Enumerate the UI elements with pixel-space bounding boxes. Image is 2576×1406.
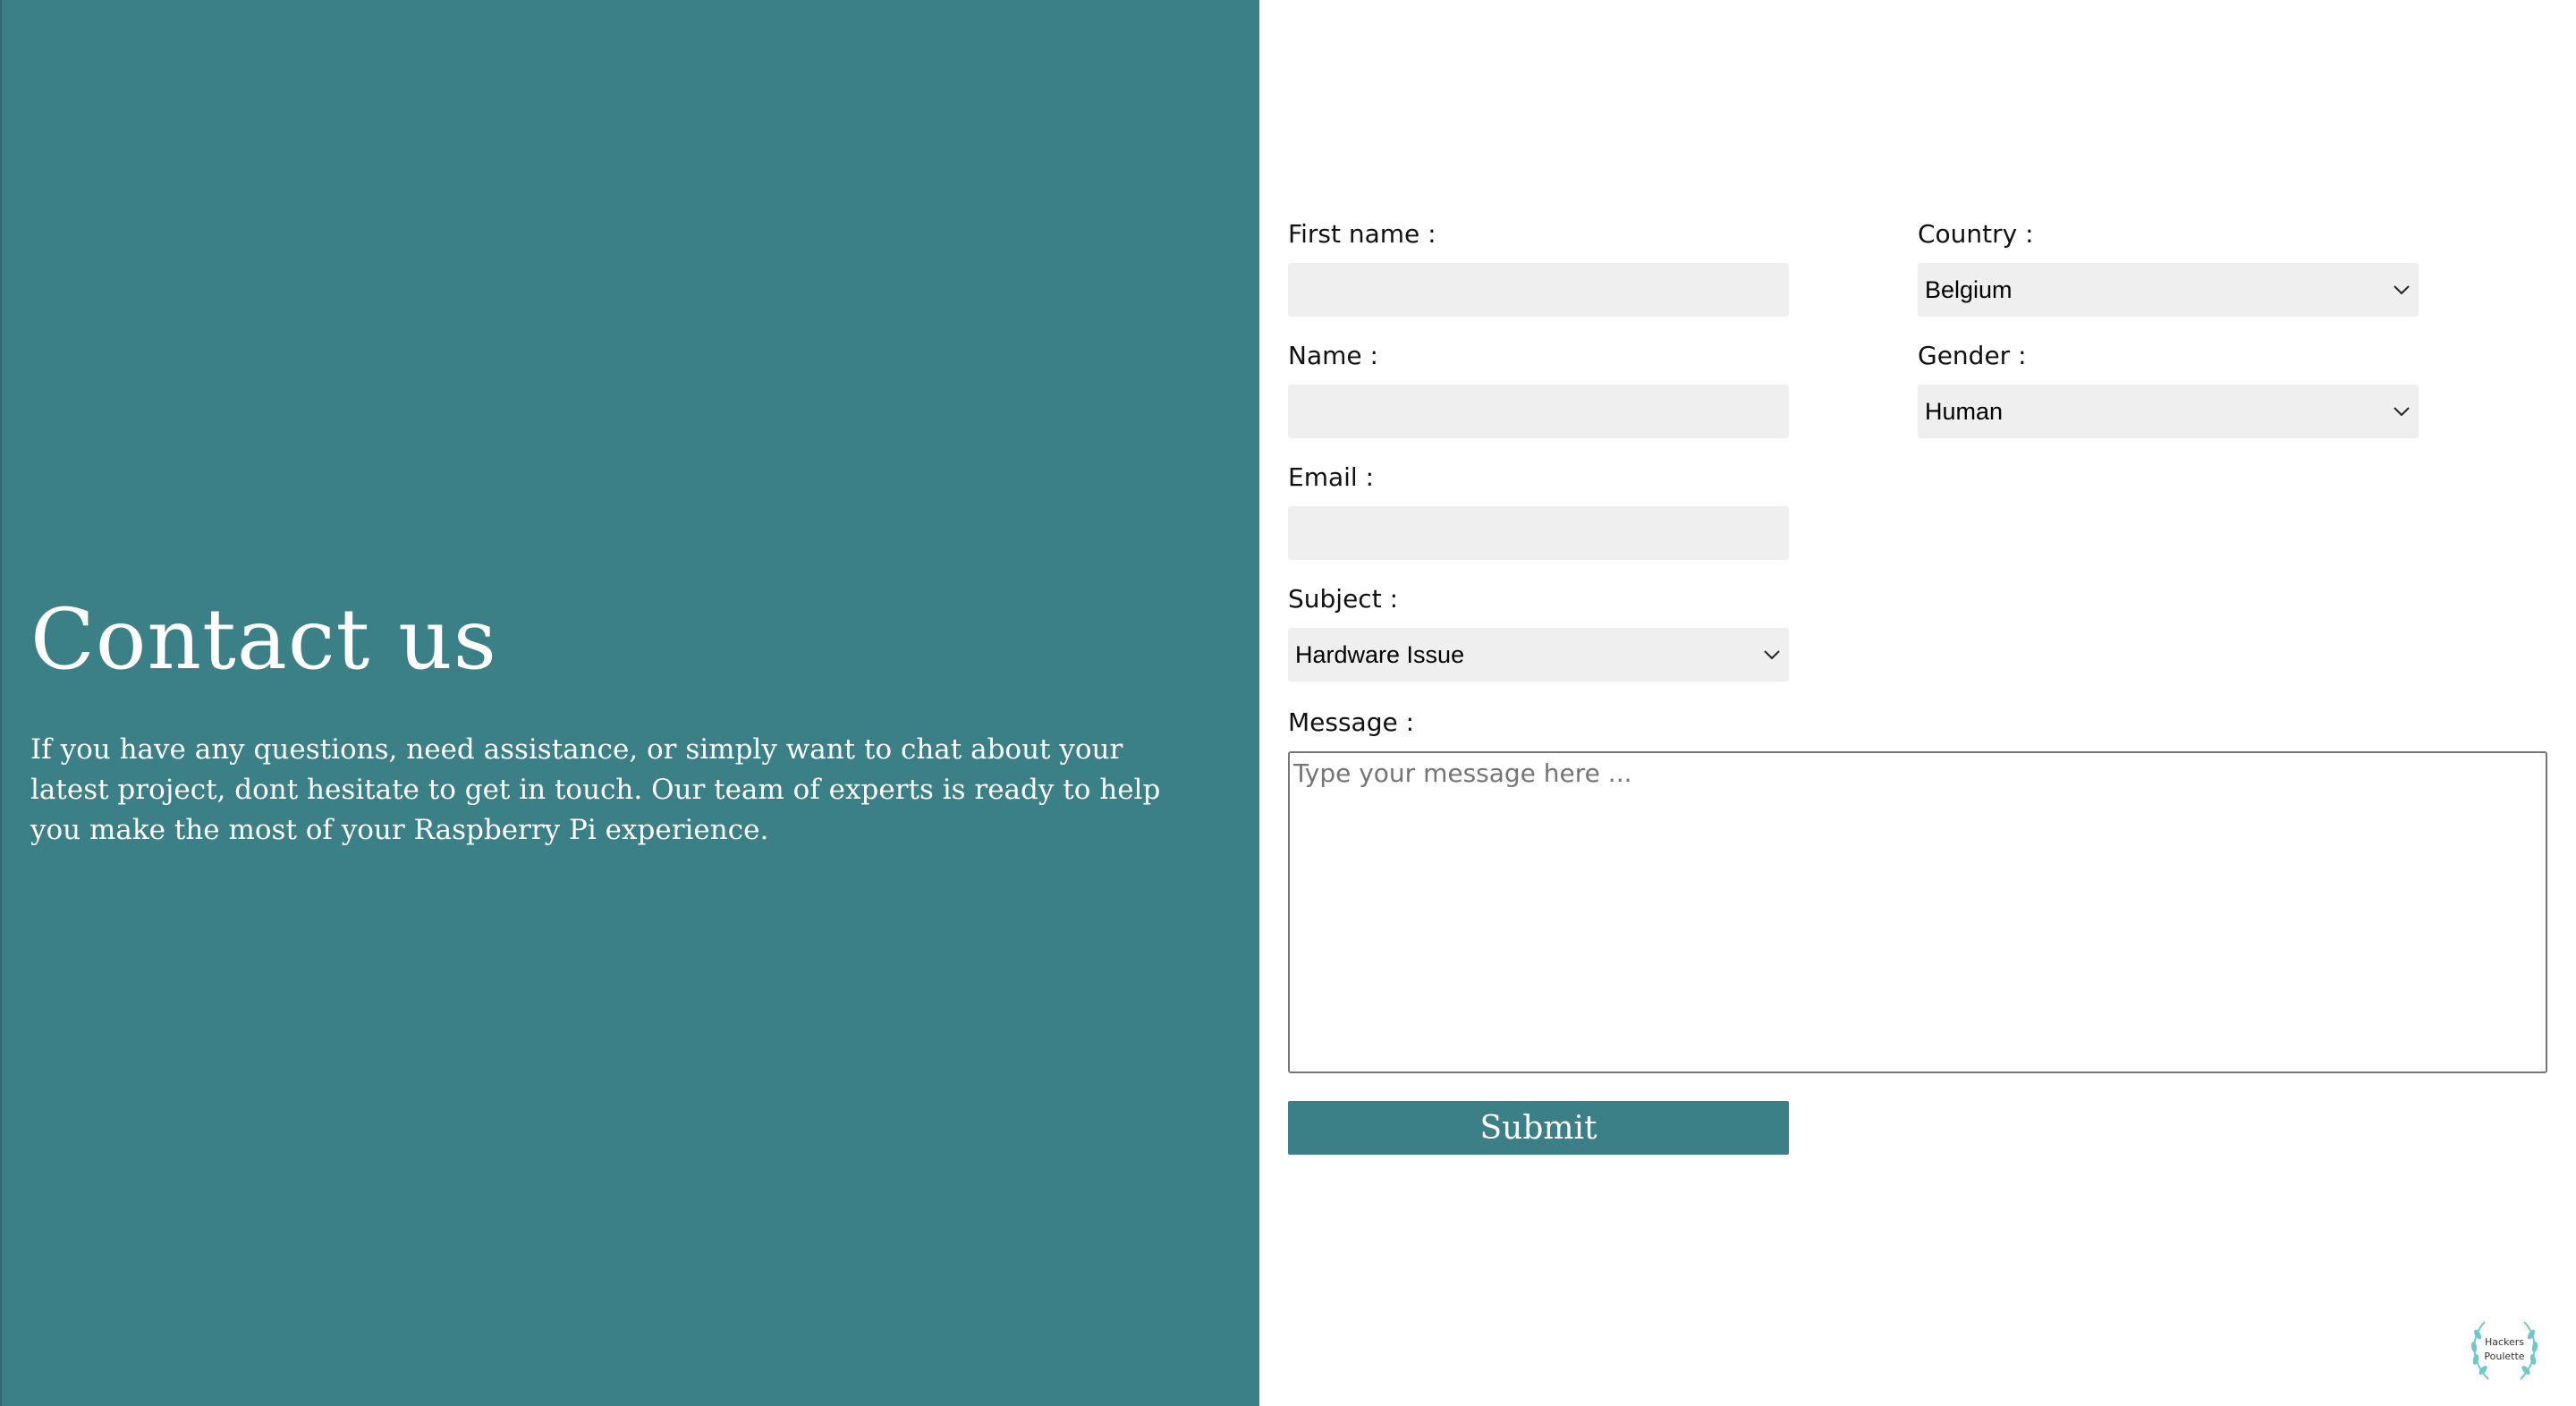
logo-text-line2: Poulette	[2484, 1351, 2524, 1362]
gender-selected-value: Human	[1925, 397, 2004, 425]
logo-text-line1: Hackers	[2485, 1336, 2524, 1348]
gender-select[interactable]: Human	[1918, 385, 2419, 438]
name-input[interactable]	[1288, 385, 1789, 438]
email-label: Email :	[1288, 462, 1375, 492]
chevron-down-icon	[2392, 280, 2411, 300]
message-label: Message :	[1288, 707, 1415, 737]
first-name-label: First name :	[1288, 219, 1436, 249]
name-label: Name :	[1288, 341, 1378, 370]
name-group: Name :	[1288, 340, 1789, 438]
subject-label: Subject :	[1288, 584, 1399, 614]
country-select[interactable]: Belgium	[1918, 263, 2419, 317]
contact-page: Contact us If you have any questions, ne…	[0, 0, 2576, 1406]
hackers-poulette-logo: Hackers Poulette	[2465, 1309, 2544, 1388]
first-name-group: First name :	[1288, 218, 1789, 317]
subject-selected-value: Hardware Issue	[1295, 640, 1465, 668]
hero-panel: Contact us If you have any questions, ne…	[0, 0, 1259, 1406]
country-selected-value: Belgium	[1925, 275, 2012, 303]
email-group: Email :	[1288, 462, 1789, 560]
email-input[interactable]	[1288, 506, 1789, 560]
hero-content: Contact us If you have any questions, ne…	[30, 587, 1211, 851]
subject-group: Subject : Hardware Issue	[1288, 583, 1789, 682]
submit-button[interactable]: Submit	[1288, 1101, 1789, 1155]
message-group: Message :	[1288, 707, 2547, 1073]
hero-description: If you have any questions, need assistan…	[30, 733, 1161, 846]
country-label: Country :	[1918, 219, 2034, 249]
subject-select[interactable]: Hardware Issue	[1288, 628, 1789, 682]
gender-group: Gender : Human	[1918, 340, 2419, 438]
chevron-down-icon	[2392, 402, 2411, 421]
gender-label: Gender :	[1918, 341, 2027, 370]
laurel-wreath-icon: Hackers Poulette	[2470, 1321, 2538, 1380]
contact-form: First name : Country : Belgium Name : Ge…	[1259, 0, 2576, 1406]
page-title: Contact us	[30, 591, 497, 689]
chevron-down-icon	[1762, 645, 1782, 665]
message-textarea[interactable]	[1288, 751, 2547, 1073]
first-name-input[interactable]	[1288, 263, 1789, 317]
country-group: Country : Belgium	[1918, 218, 2419, 317]
